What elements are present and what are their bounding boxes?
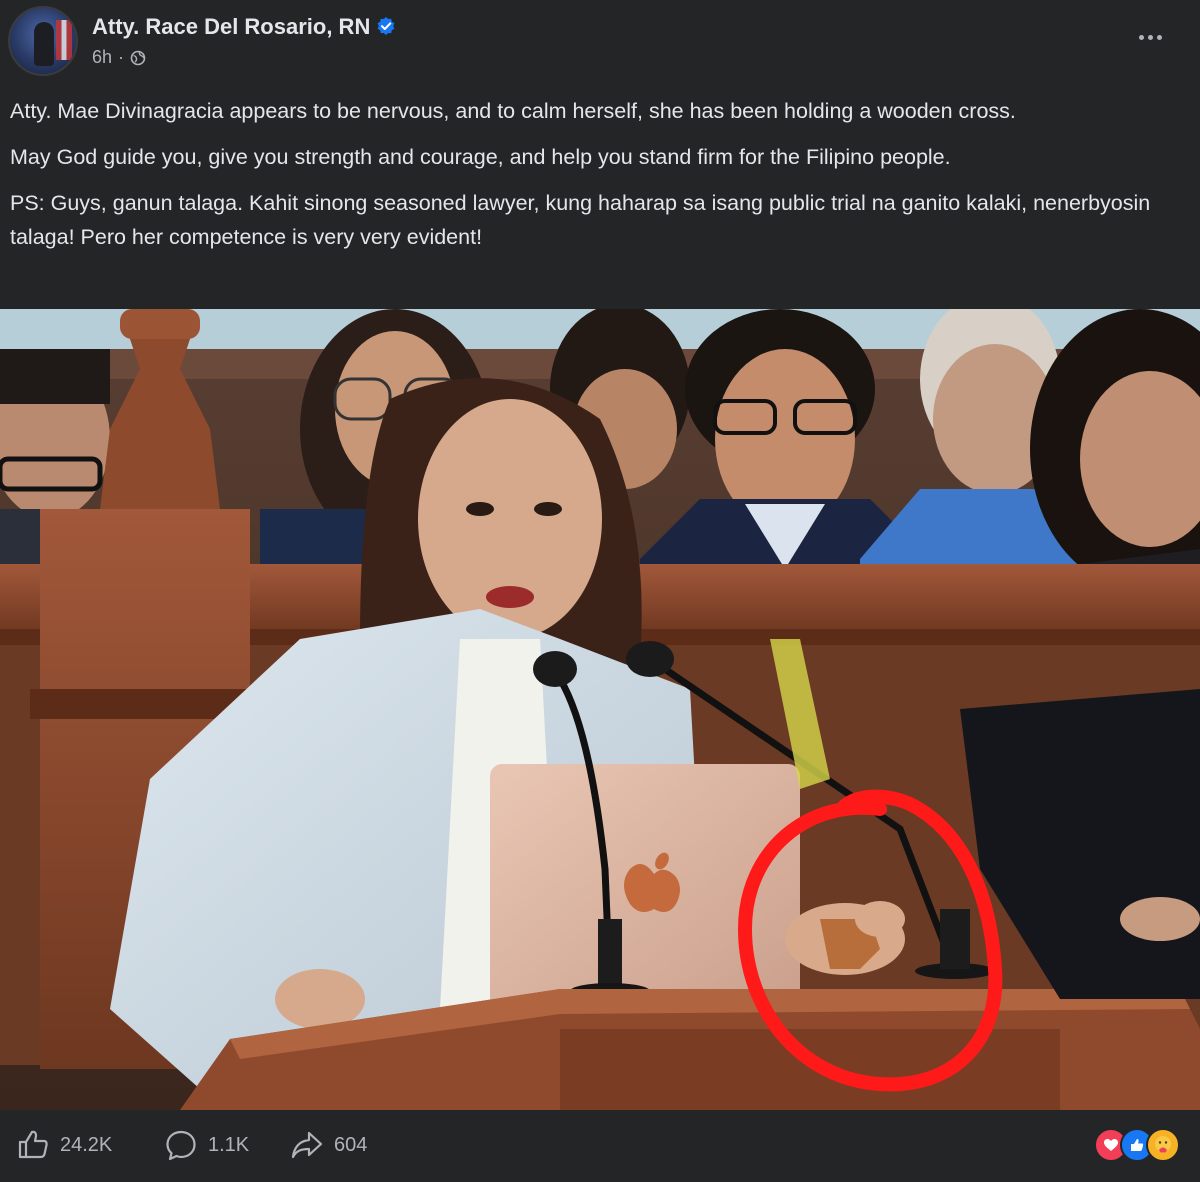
comment-button[interactable]: 1.1K [164, 1128, 249, 1162]
verified-badge-icon [377, 17, 395, 35]
more-options-icon[interactable] [1130, 22, 1170, 52]
author-name-link[interactable]: Atty. Race Del Rosario, RN [92, 14, 396, 40]
globe-icon[interactable] [130, 50, 146, 66]
post-paragraph-3: PS: Guys, ganun talaga. Kahit sinong sea… [10, 191, 1151, 249]
meta-separator: · [118, 47, 125, 67]
comment-bubble-icon [166, 1130, 196, 1161]
post-header: Atty. Race Del Rosario, RN 6h · [0, 0, 1200, 84]
share-count: 604 [334, 1133, 368, 1156]
care-reaction-icon [1146, 1128, 1180, 1162]
post-meta: 6h · [92, 47, 146, 68]
post-photo[interactable] [0, 309, 1200, 1110]
avatar-figure [34, 22, 54, 66]
post-body: Atty. Mae Divinagracia appears to be ner… [10, 94, 1185, 254]
post-footer: 24.2K 1.1K 604 [0, 1110, 1200, 1182]
like-button[interactable]: 24.2K [16, 1128, 112, 1162]
share-button[interactable]: 604 [290, 1128, 367, 1162]
thumbs-up-icon [18, 1130, 48, 1159]
photo-illustration [0, 309, 1200, 1110]
comment-count: 1.1K [208, 1133, 250, 1156]
author-name: Atty. Race Del Rosario, RN [92, 14, 371, 39]
post-paragraph-2: May God guide you, give you strength and… [10, 145, 951, 169]
author-avatar[interactable] [8, 6, 78, 76]
share-arrow-icon [291, 1131, 323, 1159]
reaction-summary[interactable] [1094, 1128, 1184, 1164]
avatar-flag [56, 20, 72, 60]
post-paragraph-1: Atty. Mae Divinagracia appears to be ner… [10, 99, 1016, 123]
like-count: 24.2K [60, 1133, 113, 1156]
post-time[interactable]: 6h [92, 47, 112, 68]
